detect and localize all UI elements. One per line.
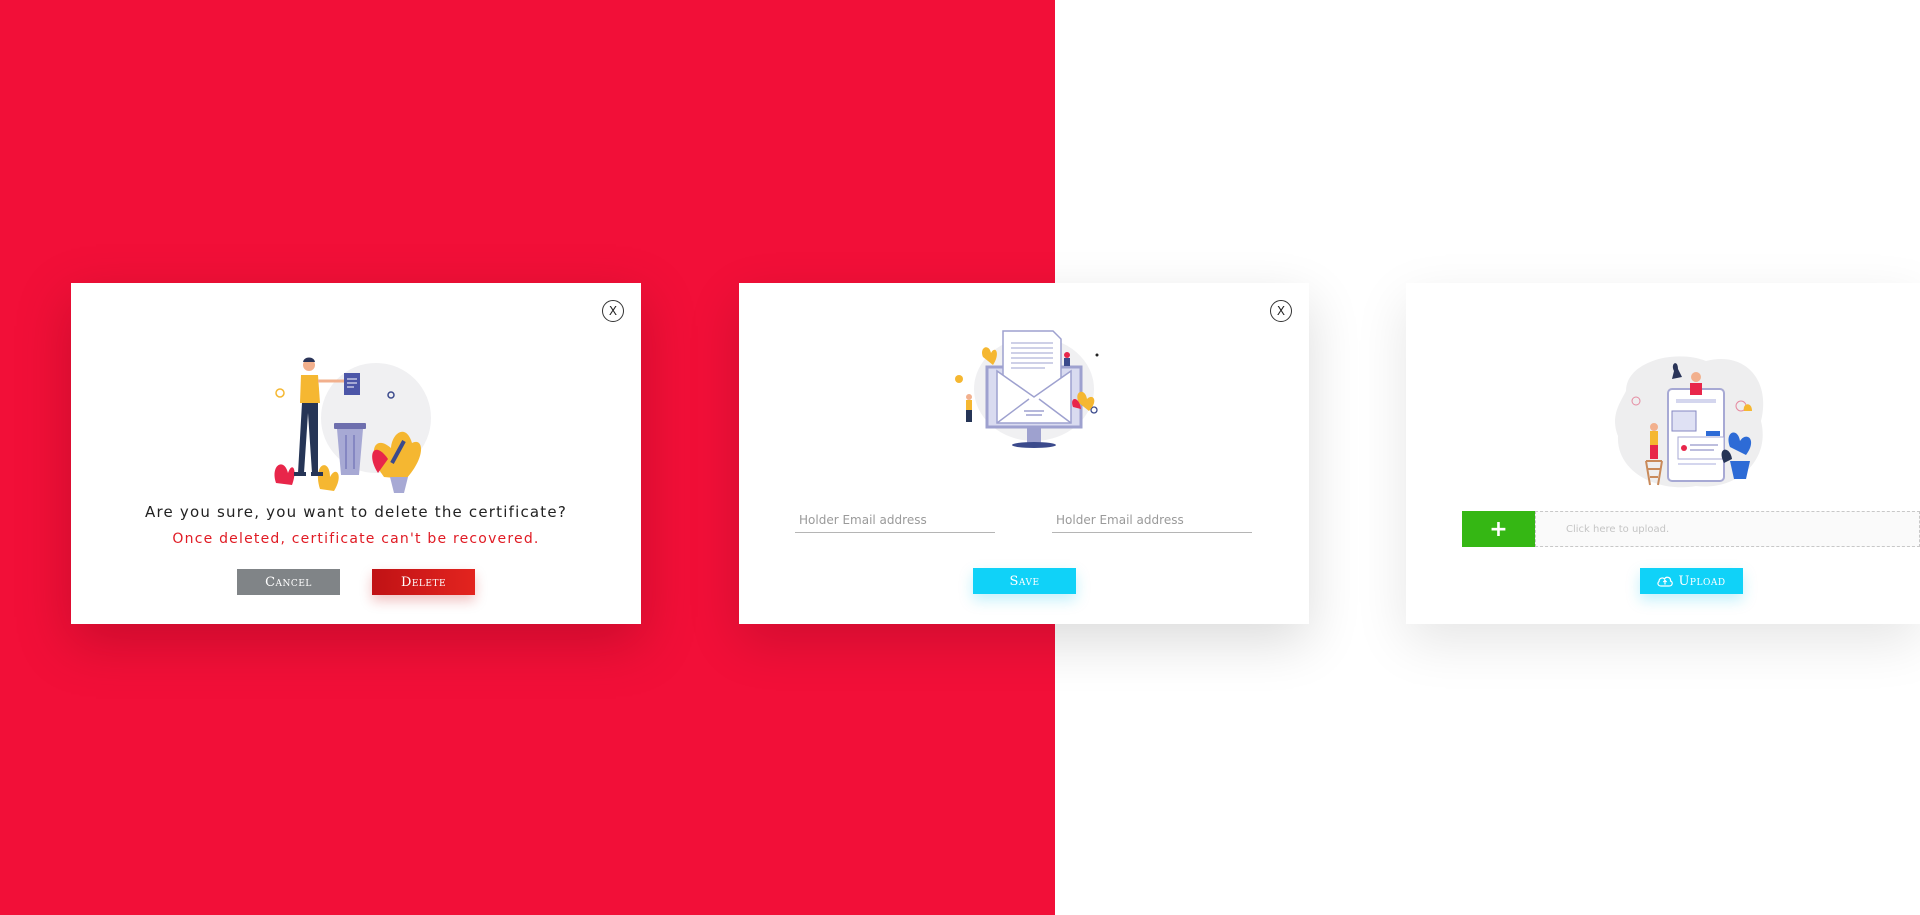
phone-upload-illustration (1615, 356, 1764, 488)
upload-modal: + Click here to upload. Upload (1406, 283, 1920, 624)
close-icon: X (608, 304, 618, 318)
envelope-monitor-illustration (955, 330, 1099, 448)
plus-icon: + (1489, 516, 1508, 542)
close-button[interactable]: X (1270, 300, 1292, 322)
cancel-button[interactable]: Cancel (237, 569, 340, 595)
warning-message: Once deleted, certificate can't be recov… (172, 531, 540, 547)
upload-button-label: Upload (1678, 573, 1726, 589)
email-modal: X Save (739, 283, 1309, 624)
person-trash-bin-illustration (274, 357, 431, 493)
upload-input-field[interactable]: Click here to upload. (1535, 511, 1920, 547)
cloud-upload-icon (1657, 575, 1674, 587)
close-button[interactable]: X (602, 300, 624, 322)
holder-email-field-2[interactable] (1052, 507, 1252, 533)
delete-button[interactable]: Delete (372, 569, 475, 595)
upload-button[interactable]: Upload (1640, 568, 1743, 594)
holder-email-field-1[interactable] (795, 507, 995, 533)
delete-confirmation-modal: X Are you sure, you want to delete the c… (71, 283, 641, 624)
add-file-button[interactable]: + (1462, 511, 1535, 547)
close-icon: X (1276, 304, 1286, 318)
save-button[interactable]: Save (973, 568, 1076, 594)
upload-placeholder: Click here to upload. (1566, 523, 1670, 535)
confirmation-question: Are you sure, you want to delete the cer… (145, 503, 567, 521)
